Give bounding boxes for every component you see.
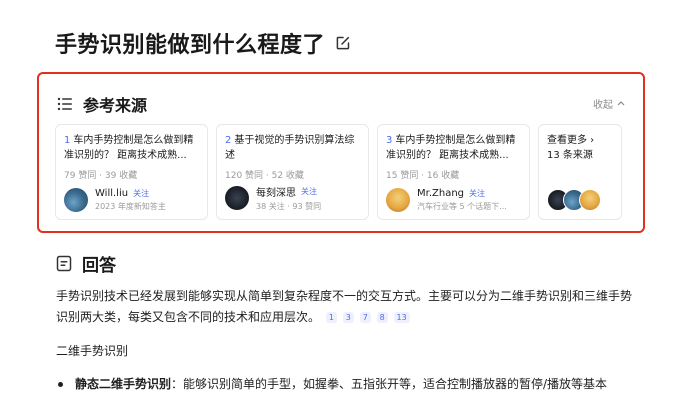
- follow-link[interactable]: 关注: [301, 186, 317, 197]
- answer-intro: 手势识别技术已经发展到能够实现从简单到复杂程度不一的交互方式。主要可以分为二维手…: [56, 286, 636, 328]
- card-index: 3: [386, 135, 393, 146]
- bullet-bold: 静态二维手势识别: [75, 377, 172, 391]
- citation-badge[interactable]: 7: [359, 312, 371, 323]
- avatar: [386, 188, 410, 212]
- avatar: [64, 188, 88, 212]
- references-title: 参考来源: [83, 96, 148, 115]
- collapse-label: 收起: [593, 100, 613, 111]
- card-title: 2 基于视觉的手势识别算法综述: [225, 133, 360, 163]
- reference-card-2[interactable]: 2 基于视觉的手势识别算法综述 120 赞同 · 52 收藏 每刻深思 关注 38 …: [216, 124, 369, 220]
- question-title-text: 手势识别能做到什么程度了: [55, 33, 326, 58]
- list-item: 静态二维手势识别：能够识别简单的手型，如握拳、五指张开等，适合控制播放器的暂停/…: [58, 374, 648, 395]
- author-name: Mr.Zhang 关注: [417, 188, 507, 199]
- bullet-text: 静态二维手势识别：能够识别简单的手型，如握拳、五指张开等，适合控制播放器的暂停/…: [75, 374, 648, 395]
- avatar: [579, 189, 601, 211]
- bullet-body: ：能够识别简单的手型，如握拳、五指张开等，适合控制播放器的暂停/播放等基本: [171, 377, 608, 391]
- card-author: 每刻深思 关注 38 关注 · 93 赞同: [225, 184, 321, 212]
- reference-card-1[interactable]: 1 车内手势控制是怎么做到精准识别的？ 距离技术成熟... 79 赞同 · 39 …: [55, 124, 208, 220]
- citation-badge[interactable]: 3: [342, 312, 354, 323]
- author-name: Will.liu 关注: [95, 188, 166, 199]
- view-more-card[interactable]: 查看更多 › 13 条来源: [538, 124, 622, 220]
- card-title-text: 车内手势控制是怎么做到精准识别的？ 距离技术成熟...: [386, 135, 516, 161]
- answer-header: 回答: [56, 251, 116, 276]
- reference-cards: 1 车内手势控制是怎么做到精准识别的？ 距离技术成熟... 79 赞同 · 39 …: [55, 124, 622, 220]
- section-title: 二维手势识别: [56, 344, 129, 358]
- references-panel: 参考来源 收起 1 车内手势控制是怎么做到精准识别的？ 距离技术成熟... 79 …: [37, 72, 645, 233]
- card-stats: 79 赞同 · 39 收藏: [64, 171, 138, 181]
- card-index: 1: [64, 135, 71, 146]
- chevron-up-icon: [617, 99, 625, 109]
- author-desc: 38 关注 · 93 赞同: [256, 202, 322, 211]
- card-title-text: 车内手势控制是怎么做到精准识别的？ 距离技术成熟...: [64, 135, 194, 161]
- follow-link[interactable]: 关注: [469, 188, 485, 199]
- author-desc: 2023 年度新知答主: [95, 202, 166, 211]
- card-stats: 15 赞同 · 16 收藏: [386, 171, 460, 181]
- follow-link[interactable]: 关注: [133, 188, 149, 199]
- card-title: 1 车内手势控制是怎么做到精准识别的？ 距离技术成熟...: [64, 133, 199, 163]
- card-stats: 120 赞同 · 52 收藏: [225, 171, 304, 181]
- avatar-stack: [547, 189, 601, 211]
- author-name-text: Will.liu: [95, 188, 129, 199]
- reference-card-3[interactable]: 3 车内手势控制是怎么做到精准识别的？ 距离技术成熟... 15 赞同 · 16 …: [377, 124, 530, 220]
- avatar: [225, 186, 249, 210]
- card-title: 3 车内手势控制是怎么做到精准识别的？ 距离技术成熟...: [386, 133, 521, 163]
- citation-badge[interactable]: 13: [393, 312, 410, 323]
- question-title: 手势识别能做到什么程度了: [55, 27, 351, 59]
- collapse-button[interactable]: 收起: [593, 96, 625, 111]
- references-header: 参考来源: [57, 92, 147, 116]
- answer-title: 回答: [82, 256, 116, 276]
- edit-icon[interactable]: [335, 35, 351, 51]
- card-author: Will.liu 关注 2023 年度新知答主: [64, 188, 166, 212]
- document-icon: [56, 255, 72, 272]
- bullet-dot: [58, 382, 63, 387]
- card-title-text: 基于视觉的手势识别算法综述: [225, 135, 355, 161]
- source-count: 13 条来源: [547, 150, 593, 161]
- view-more-label: 查看更多 ›: [547, 135, 595, 146]
- author-name-text: 每刻深思: [256, 188, 296, 199]
- card-author: Mr.Zhang 关注 汽车行业等 5 个话题下...: [386, 188, 507, 212]
- citation-badge[interactable]: 1: [325, 312, 337, 323]
- list-icon: [57, 96, 73, 112]
- author-name-text: Mr.Zhang: [417, 188, 465, 199]
- citation-badge[interactable]: 8: [376, 312, 388, 323]
- author-name: 每刻深思 关注: [256, 184, 321, 199]
- author-desc: 汽车行业等 5 个话题下...: [417, 202, 507, 211]
- card-index: 2: [225, 135, 232, 146]
